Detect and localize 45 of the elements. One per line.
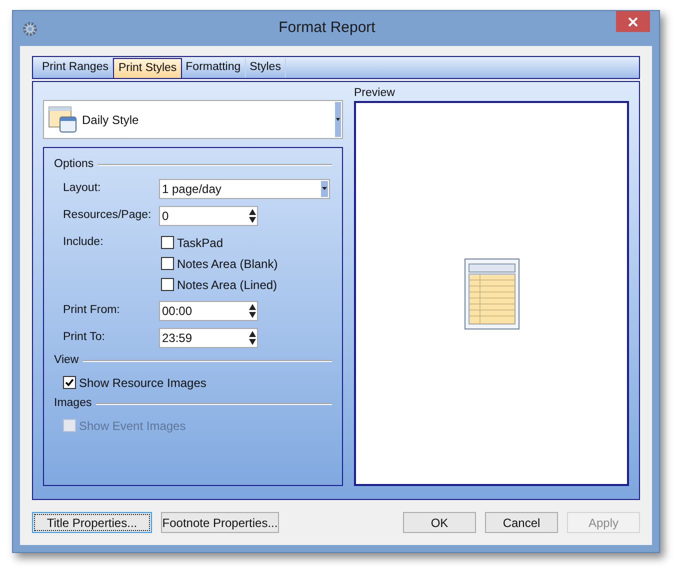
close-icon (628, 16, 638, 26)
style-select[interactable]: Daily Style (43, 100, 343, 139)
field-label: Layout: (63, 180, 102, 196)
window-title: Format Report (278, 18, 376, 38)
calendar-icon (48, 106, 78, 134)
tab[interactable]: Print Styles (113, 58, 182, 78)
field-value: 00:00 (161, 302, 194, 320)
preview-label: Preview (354, 86, 396, 101)
close-button[interactable] (616, 11, 650, 32)
section-heading: View (54, 353, 79, 368)
section-heading: Images (54, 396, 92, 412)
checkbox[interactable] (161, 257, 174, 270)
checkbox-label: Notes Area (Lined) (177, 276, 278, 294)
tab[interactable]: Styles (246, 58, 286, 78)
spin-arrows-icon[interactable] (248, 328, 257, 346)
gear-icon[interactable] (22, 20, 38, 36)
spin-arrows-icon[interactable] (248, 302, 257, 320)
field-label: Resources/Page: (63, 208, 152, 223)
checkbox-label: Show Event Images (79, 418, 186, 434)
checkbox[interactable] (161, 236, 174, 249)
checkbox-label: Show Resource Images (79, 374, 206, 392)
field-value: 0 (161, 208, 170, 224)
field-label: Print From: (63, 302, 121, 318)
checkmark-icon (65, 378, 74, 387)
checkbox[interactable] (161, 278, 174, 291)
field-value: 1 page/day (161, 180, 222, 198)
dialog-button[interactable]: Cancel (485, 512, 558, 533)
checkbox[interactable] (63, 376, 76, 389)
table-page-icon (464, 258, 520, 330)
spin-field[interactable]: 0 (159, 206, 258, 226)
dialog-button[interactable]: Footnote Properties... (161, 512, 279, 533)
checkbox-label: Notes Area (Blank) (177, 256, 278, 272)
style-select-value: Daily Style (82, 112, 140, 128)
dialog-button[interactable]: Title Properties... (32, 512, 152, 533)
spin-arrows-icon[interactable] (248, 206, 257, 224)
dialog-button[interactable]: OK (403, 512, 476, 533)
tab[interactable]: Formatting (182, 58, 246, 78)
section-heading: Options (54, 157, 94, 172)
field-value: 23:59 (161, 330, 194, 346)
spin-field[interactable]: 00:00 (159, 300, 258, 320)
checkbox-label: TaskPad (177, 234, 224, 252)
spin-field[interactable]: 23:59 (159, 328, 258, 348)
field-label: Include: (63, 235, 104, 250)
layout-select[interactable]: 1 page/day (159, 178, 330, 198)
field-label: Print To: (63, 330, 106, 345)
